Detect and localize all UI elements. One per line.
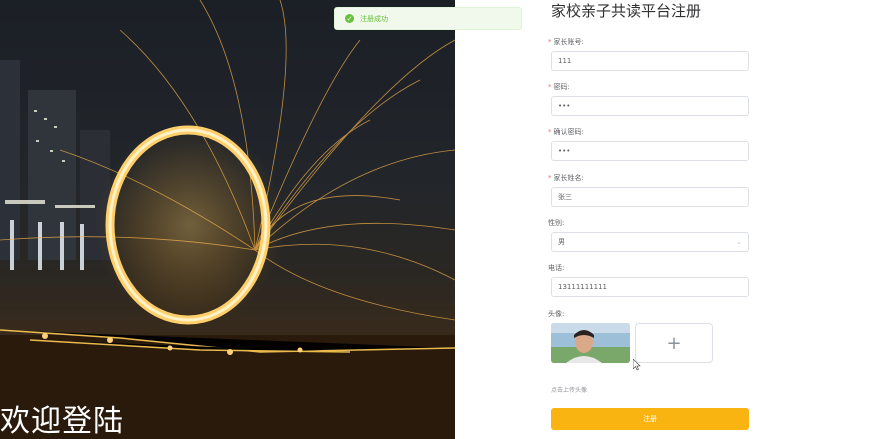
toast-message: 注册成功 (360, 14, 388, 23)
password-label: * 密码: (548, 83, 570, 91)
required-mark: * (548, 174, 552, 182)
register-button[interactable]: 注册 (551, 408, 749, 430)
required-mark: * (548, 83, 552, 91)
welcome-heading: 欢迎登陆 (0, 404, 124, 439)
confirm-password-label: * 确认密码: (548, 128, 584, 136)
phone-input[interactable]: 13111111111 (551, 277, 749, 297)
parent-name-label: * 家长姓名: (548, 174, 584, 182)
hero-image: 欢迎登陆 (0, 0, 455, 439)
check-circle-icon: ✓ (345, 14, 354, 23)
avatar-label: 头像: (548, 310, 565, 318)
gender-select[interactable]: 男 ⌄ (551, 232, 749, 252)
account-label: * 家长账号: (548, 38, 584, 46)
page-title: 家校亲子共读平台注册 (551, 2, 702, 20)
required-mark: * (548, 128, 552, 136)
avatar-upload-button[interactable]: + (635, 323, 713, 363)
avatar-preview[interactable] (551, 323, 630, 363)
password-input[interactable]: ••• (551, 96, 749, 116)
account-input[interactable]: 111 (551, 51, 749, 71)
required-mark: * (548, 38, 552, 46)
success-toast: ✓ 注册成功 (334, 7, 522, 30)
plus-icon: + (666, 332, 682, 354)
phone-label: 电话: (548, 264, 565, 272)
gender-value: 男 (558, 238, 565, 246)
parent-name-input[interactable]: 张三 (551, 187, 749, 207)
mouse-cursor-icon (633, 359, 641, 371)
chevron-down-icon: ⌄ (736, 238, 742, 246)
gender-label: 性别: (548, 219, 565, 227)
confirm-password-input[interactable]: ••• (551, 141, 749, 161)
steel-wool-photo (0, 0, 455, 439)
upload-tip: 点击上传头像 (551, 387, 588, 394)
